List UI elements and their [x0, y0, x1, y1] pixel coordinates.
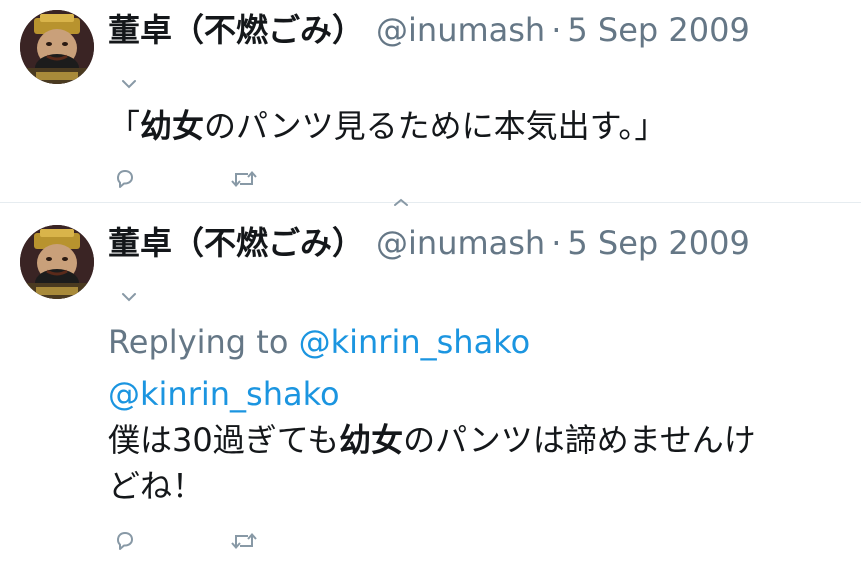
retweet-icon[interactable] [228, 166, 260, 192]
separator: · [551, 11, 562, 49]
replying-to: Replying to @kinrin_shako [108, 323, 530, 361]
tweet-mention: @kinrin_shako [108, 371, 340, 417]
chevron-down-icon[interactable] [118, 76, 140, 92]
author-handle[interactable]: @inumash [376, 224, 545, 262]
tweet-text-bold: 幼女 [339, 421, 404, 459]
replying-to-handle[interactable]: @kinrin_shako [299, 323, 531, 361]
tweet-text-post: のパンツは諦めませんけ [403, 421, 756, 459]
tweet-text: 「幼女のパンツ見るために本気出す。」 [108, 103, 666, 149]
tweet-text-bold: 幼女 [140, 107, 205, 145]
tweet-date[interactable]: 5 Sep 2009 [567, 11, 749, 49]
chevron-down-icon[interactable] [118, 289, 140, 305]
replying-to-label: Replying to [108, 323, 289, 361]
tweet-text-line2-content: どね！ [108, 467, 205, 505]
tweet[interactable]: 董卓（不燃ごみ） @inumash · 5 Sep 2009 「幼女のパンツ見るために… [0, 0, 861, 203]
tweet-date[interactable]: 5 Sep 2009 [567, 224, 749, 262]
separator: · [551, 224, 562, 262]
tweet-header: 董卓（不燃ごみ） @inumash · 5 Sep 2009 [108, 224, 750, 262]
tweet-text-pre: 「 [108, 107, 141, 145]
author-name[interactable]: 董卓（不燃ごみ） [108, 224, 364, 262]
author-name[interactable]: 董卓（不燃ごみ） [108, 11, 364, 49]
reply-icon[interactable] [112, 528, 138, 554]
reply-icon[interactable] [112, 166, 138, 192]
retweet-icon[interactable] [228, 528, 260, 554]
tweet-header: 董卓（不燃ごみ） @inumash · 5 Sep 2009 [108, 11, 750, 49]
tweet-text-post: のパンツ見るために本気出す。」 [204, 107, 667, 145]
avatar[interactable] [20, 10, 94, 84]
tweet-text: 僕は30過ぎても幼女のパンツは諦めませんけ [108, 417, 756, 463]
author-handle[interactable]: @inumash [376, 11, 545, 49]
avatar-image [20, 225, 94, 299]
tweet-text-pre: 僕は30過ぎても [108, 421, 340, 459]
tweet[interactable]: 董卓（不燃ごみ） @inumash · 5 Sep 2009 Replying to … [0, 203, 861, 561]
avatar[interactable] [20, 225, 94, 299]
mention-link[interactable]: @kinrin_shako [108, 375, 340, 413]
tweet-text-line2: どね！ [108, 463, 204, 509]
avatar-image [20, 10, 94, 84]
